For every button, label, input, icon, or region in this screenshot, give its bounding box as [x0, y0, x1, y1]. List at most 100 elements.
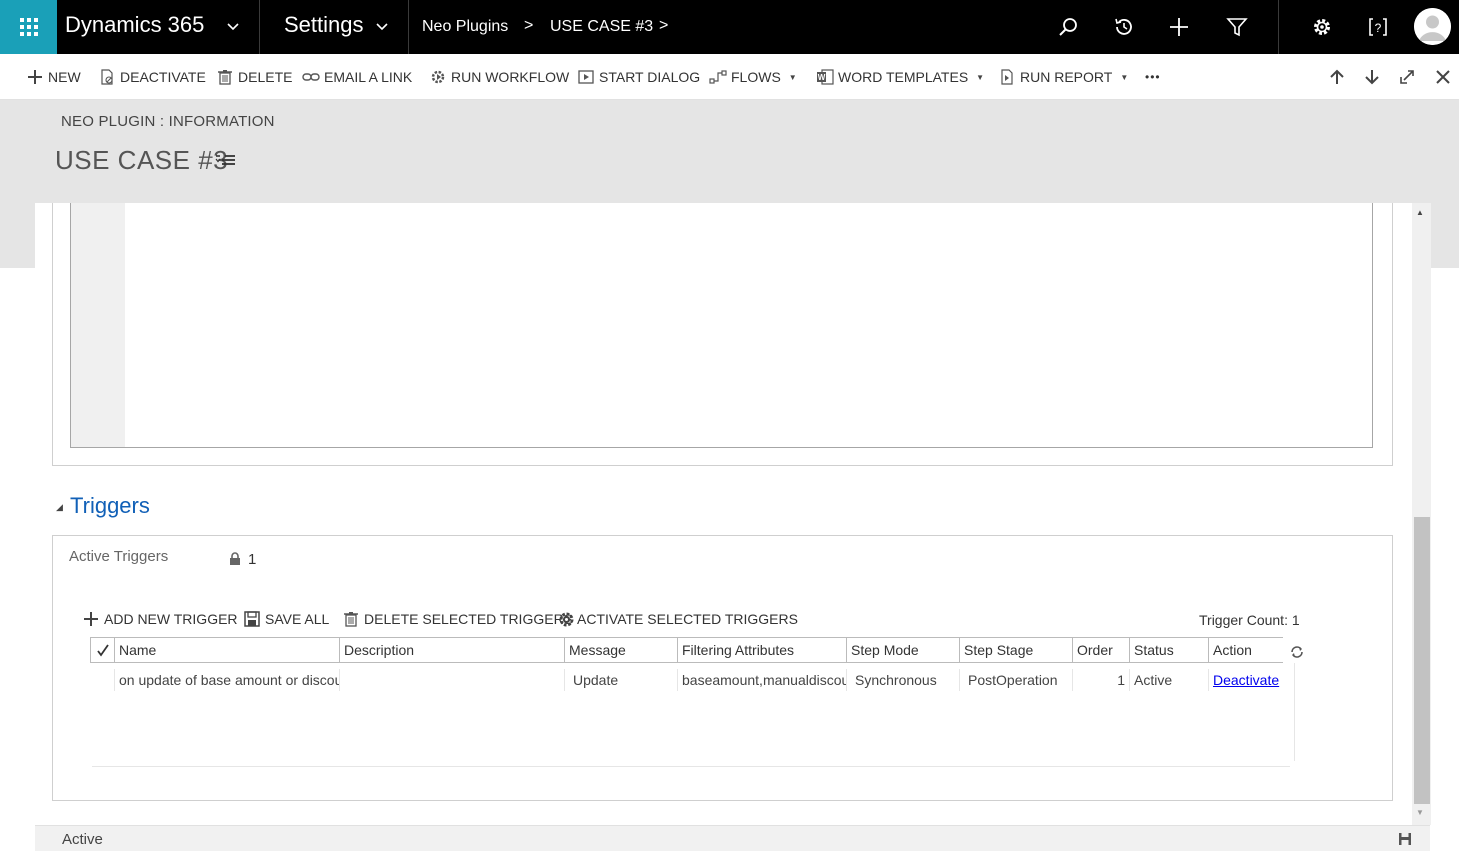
refresh-icon[interactable]: [1290, 645, 1304, 664]
save-all-button[interactable]: SAVE ALL: [243, 609, 329, 629]
code-editor[interactable]: [70, 203, 1373, 448]
column-header-step-mode[interactable]: Step Mode: [846, 637, 959, 663]
breadcrumb-separator-icon: >: [524, 17, 534, 34]
email-link-button-label: EMAIL A LINK: [324, 69, 413, 85]
filter-icon[interactable]: [1225, 15, 1249, 39]
cell-filtering-attributes[interactable]: baseamount,manualdiscount: [677, 669, 846, 691]
breadcrumb-next-icon[interactable]: >: [659, 17, 668, 35]
area-selector[interactable]: Settings: [284, 12, 364, 38]
save-icon[interactable]: [1398, 832, 1412, 851]
grid-border: [1294, 663, 1295, 761]
scrollbar-thumb[interactable]: [1414, 517, 1430, 804]
dialog-icon: [577, 68, 595, 86]
flows-button-label: FLOWS: [731, 69, 781, 85]
gear-icon[interactable]: [1310, 15, 1334, 39]
start-dialog-button-label: START DIALOG: [599, 69, 701, 85]
column-header-name[interactable]: Name: [114, 637, 339, 663]
top-navigation-bar: Dynamics 365 Settings Neo Plugins > USE …: [0, 0, 1459, 54]
collapse-triangle-icon[interactable]: ◢: [56, 502, 63, 513]
new-button-label: NEW: [48, 69, 81, 85]
arrow-up-icon[interactable]: [1328, 68, 1346, 86]
deactivate-trigger-link[interactable]: Deactivate: [1213, 672, 1279, 688]
word-templates-button-label: WORD TEMPLATES: [838, 69, 969, 85]
column-header-message[interactable]: Message: [564, 637, 677, 663]
cell-step-stage[interactable]: PostOperation: [959, 669, 1072, 691]
cell-status[interactable]: Active: [1129, 669, 1208, 691]
breadcrumb-use-case[interactable]: USE CASE #3: [550, 18, 653, 36]
breadcrumb-neo-plugins[interactable]: Neo Plugins: [422, 18, 508, 36]
record-title: USE CASE #3: [55, 145, 229, 175]
app-launcher-button[interactable]: [0, 0, 57, 54]
cell-message[interactable]: Update: [564, 669, 677, 691]
history-icon[interactable]: [1112, 15, 1136, 39]
run-report-button-label: RUN REPORT: [1020, 69, 1113, 85]
run-workflow-button-label: RUN WORKFLOW: [451, 69, 570, 85]
scroll-down-icon[interactable]: ▼: [1416, 808, 1424, 817]
run-workflow-button[interactable]: RUN WORKFLOW: [429, 68, 569, 86]
flow-icon: [709, 68, 727, 86]
nav-divider: [408, 0, 409, 54]
new-button[interactable]: NEW: [26, 68, 81, 86]
cell-action: Deactivate: [1208, 669, 1283, 691]
app-brand-title[interactable]: Dynamics 365: [65, 12, 204, 38]
cell-description[interactable]: [339, 669, 564, 691]
column-header-action[interactable]: Action: [1208, 637, 1283, 663]
user-avatar-icon[interactable]: [1414, 8, 1451, 45]
email-link-button[interactable]: EMAIL A LINK: [302, 68, 412, 86]
delete-button-label: DELETE: [238, 69, 293, 85]
checkmark-icon: [96, 644, 109, 657]
triggers-section: [52, 535, 1393, 801]
column-header-status[interactable]: Status: [1129, 637, 1208, 663]
delete-selected-triggers-label: DELETE SELECTED TRIGGERS: [364, 611, 574, 627]
lock-icon: [229, 552, 241, 571]
form-selector-icon[interactable]: [215, 153, 237, 174]
scroll-up-icon[interactable]: ▲: [1416, 208, 1424, 217]
trash-icon: [342, 610, 360, 628]
cell-order[interactable]: 1: [1072, 669, 1129, 691]
column-header-description[interactable]: Description: [339, 637, 564, 663]
plus-icon: [82, 610, 100, 628]
delete-selected-triggers-button[interactable]: DELETE SELECTED TRIGGERS: [342, 609, 573, 629]
run-report-button[interactable]: RUN REPORT ▼: [998, 68, 1128, 86]
more-commands-button[interactable]: •••: [1145, 68, 1161, 86]
close-icon[interactable]: [1434, 68, 1452, 86]
word-templates-button[interactable]: W WORD TEMPLATES ▼: [816, 68, 984, 86]
deactivate-button[interactable]: DEACTIVATE: [98, 68, 206, 86]
cell-name[interactable]: on update of base amount or discount: [114, 669, 339, 691]
grid-border: [92, 766, 1290, 767]
nav-divider: [259, 0, 260, 54]
column-header-order[interactable]: Order: [1072, 637, 1129, 663]
plus-icon: [26, 68, 44, 86]
plus-icon[interactable]: [1167, 15, 1191, 39]
delete-button[interactable]: DELETE: [216, 68, 292, 86]
save-icon: [243, 610, 261, 628]
entity-form-label: NEO PLUGIN : INFORMATION: [61, 113, 275, 130]
caret-down-icon: ▼: [1120, 72, 1129, 82]
deactivate-icon: [98, 68, 116, 86]
link-icon: [302, 68, 320, 86]
activate-selected-triggers-label: ACTIVATE SELECTED TRIGGERS: [577, 611, 798, 627]
select-all-checkbox[interactable]: [90, 637, 114, 663]
code-editor-gutter: [71, 203, 125, 447]
column-header-filtering-attributes[interactable]: Filtering Attributes: [677, 637, 846, 663]
status-footer: [35, 825, 1430, 851]
popout-icon[interactable]: [1398, 68, 1416, 86]
triggers-section-title[interactable]: Triggers: [70, 493, 150, 519]
waffle-icon: [19, 18, 38, 36]
svg-text:W: W: [818, 73, 826, 82]
chevron-down-icon[interactable]: [226, 20, 240, 39]
active-triggers-label: Active Triggers: [69, 548, 169, 565]
trash-icon: [216, 68, 234, 86]
activate-selected-triggers-button[interactable]: ACTIVATE SELECTED TRIGGERS: [557, 609, 798, 629]
word-icon: W: [816, 68, 834, 86]
add-new-trigger-button[interactable]: ADD NEW TRIGGER: [82, 609, 238, 629]
search-icon[interactable]: [1057, 15, 1081, 39]
chevron-down-icon[interactable]: [375, 20, 389, 39]
start-dialog-button[interactable]: START DIALOG: [577, 68, 700, 86]
cell-step-mode[interactable]: Synchronous: [846, 669, 959, 691]
help-icon[interactable]: ?: [1366, 15, 1390, 39]
command-bar: NEW DEACTIVATE DELETE EMAIL A LINK RUN W…: [0, 54, 1459, 100]
arrow-down-icon[interactable]: [1363, 68, 1381, 86]
flows-button[interactable]: FLOWS ▼: [709, 68, 797, 86]
column-header-step-stage[interactable]: Step Stage: [959, 637, 1072, 663]
